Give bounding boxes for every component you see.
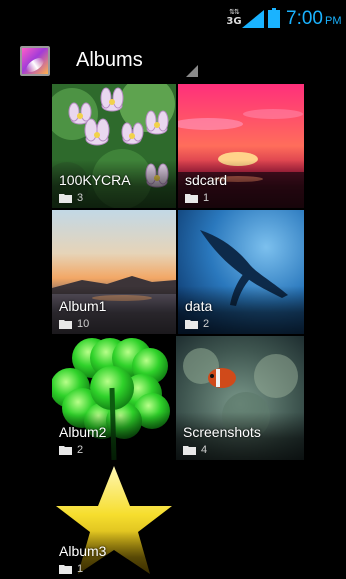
album-meta: 2: [185, 317, 209, 331]
album-name: Album1: [59, 298, 107, 314]
folder-icon: [183, 445, 196, 455]
clock: 7:00 PM: [286, 9, 341, 29]
album-tile-album2[interactable]: Album2 2: [52, 336, 176, 460]
album-count: 4: [201, 444, 208, 456]
network-activity-icon: ⇅⇅ 3G: [226, 8, 242, 27]
album-name: Album2: [59, 424, 107, 440]
action-bar: Albums: [0, 34, 346, 84]
dropdown-indicator-icon[interactable]: [186, 65, 198, 77]
album-meta: 1: [59, 562, 83, 576]
album-count: 2: [77, 444, 84, 456]
album-tile-album3[interactable]: Album3 1: [52, 462, 176, 579]
clock-ampm: PM: [324, 15, 342, 27]
page-title[interactable]: Albums: [76, 47, 143, 73]
album-count: 3: [77, 192, 84, 204]
album-count: 1: [77, 563, 84, 575]
battery-icon: [268, 8, 280, 28]
album-meta: 10: [59, 317, 89, 331]
clock-time: 7:00: [286, 8, 323, 29]
album-name: Album3: [59, 543, 107, 559]
folder-icon: [185, 319, 198, 329]
folder-icon: [59, 445, 72, 455]
album-count: 10: [77, 318, 90, 330]
folder-icon: [185, 193, 198, 203]
album-grid: 100KYCRA 3 sdcard 1 Album1 10 data 2 Alb…: [0, 84, 346, 579]
network-type: 3G: [226, 16, 242, 27]
folder-icon: [59, 193, 72, 203]
album-meta: 1: [185, 191, 209, 205]
album-tile-album1[interactable]: Album1 10: [52, 210, 176, 334]
album-meta: 2: [59, 443, 83, 457]
status-bar: ⇅⇅ 3G 7:00 PM: [0, 0, 346, 34]
album-name: data: [185, 298, 213, 314]
album-tile-sdcard[interactable]: sdcard 1: [178, 84, 304, 208]
album-tile-data[interactable]: data 2: [178, 210, 304, 334]
album-tile-100kycra[interactable]: 100KYCRA 3: [52, 84, 176, 208]
album-name: sdcard: [185, 172, 228, 188]
folder-icon: [59, 564, 72, 574]
album-count: 1: [203, 192, 210, 204]
folder-icon: [59, 319, 72, 329]
signal-icon: [242, 10, 264, 28]
album-count: 2: [203, 318, 210, 330]
album-meta: 4: [183, 443, 207, 457]
album-meta: 3: [59, 191, 83, 205]
album-tile-screenshots[interactable]: Screenshots 4: [176, 336, 304, 460]
album-name: Screenshots: [183, 424, 261, 440]
album-name: 100KYCRA: [59, 172, 131, 188]
gallery-icon[interactable]: [20, 46, 50, 76]
